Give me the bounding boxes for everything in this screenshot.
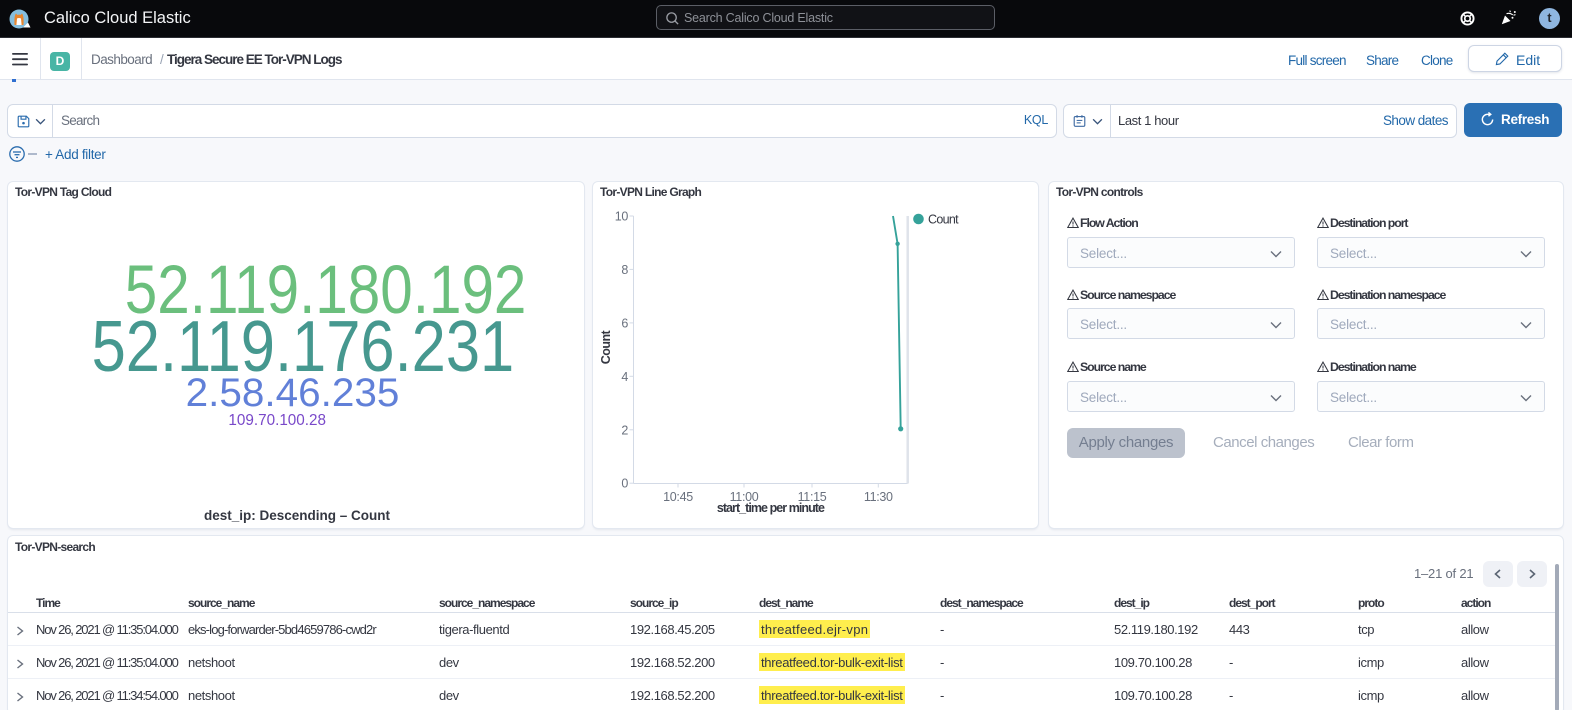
svg-text:4: 4 xyxy=(621,370,628,384)
svg-text:Count: Count xyxy=(928,213,959,227)
svg-text:2.58.46.235: 2.58.46.235 xyxy=(186,371,400,415)
svg-text:dest_ip: Descending – Count: dest_ip: Descending – Count xyxy=(204,508,391,523)
svg-text:10: 10 xyxy=(615,210,629,224)
svg-text:2: 2 xyxy=(621,423,628,437)
svg-text:11:30: 11:30 xyxy=(864,490,893,504)
svg-text:0: 0 xyxy=(621,477,628,491)
svg-text:8: 8 xyxy=(621,263,628,277)
svg-text:start_time per minute: start_time per minute xyxy=(717,501,825,515)
svg-text:109.70.100.28: 109.70.100.28 xyxy=(228,412,326,429)
svg-text:Count: Count xyxy=(599,329,613,364)
svg-text:10:45: 10:45 xyxy=(663,490,693,504)
svg-text:6: 6 xyxy=(621,316,628,330)
